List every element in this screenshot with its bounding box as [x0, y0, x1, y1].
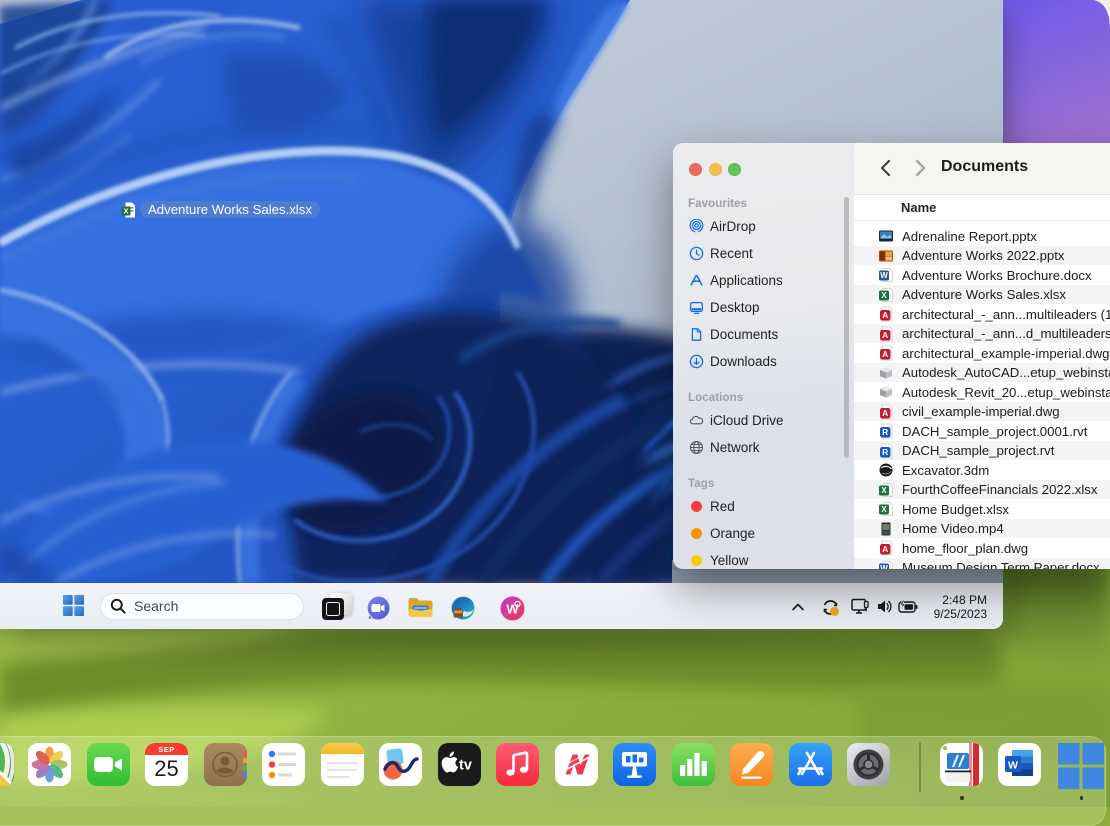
svg-text:W: W — [880, 564, 888, 570]
svg-text:tv: tv — [459, 757, 472, 773]
svg-text:X: X — [123, 206, 128, 215]
svg-text:W: W — [506, 601, 519, 616]
svg-text:X: X — [881, 291, 887, 300]
svg-text:R: R — [882, 447, 888, 457]
svg-text:W: W — [1008, 759, 1018, 771]
svg-text:A: A — [882, 544, 888, 554]
svg-text:R: R — [882, 427, 888, 437]
svg-text:A: A — [882, 310, 888, 320]
svg-text:W: W — [880, 271, 888, 280]
svg-text:A: A — [882, 408, 888, 418]
svg-text:X: X — [881, 505, 887, 514]
svg-text:A: A — [882, 349, 888, 359]
svg-text:A: A — [882, 330, 888, 340]
svg-text:X: X — [881, 486, 887, 495]
